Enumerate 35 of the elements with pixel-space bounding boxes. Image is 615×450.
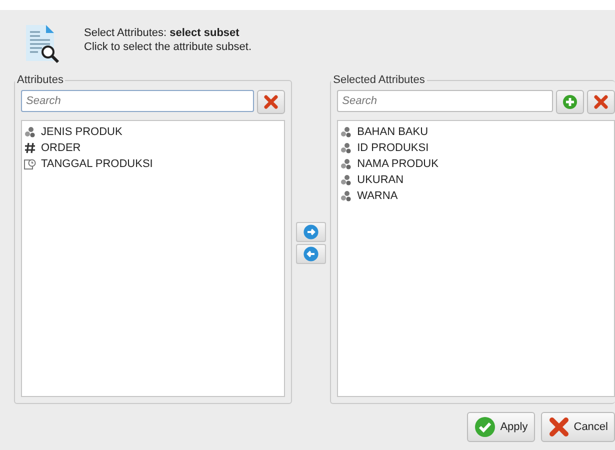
add-button[interactable] [556, 90, 584, 114]
attribute-item[interactable]: WARNA [357, 190, 398, 202]
attribute-item[interactable]: ORDER [41, 142, 81, 154]
attribute-item[interactable]: TANGGAL PRODUKSI [41, 158, 153, 170]
dialog-subtitle: Click to select the attribute subset. [84, 41, 252, 53]
search-field[interactable]: Search [21, 90, 254, 112]
cancel-button[interactable]: Cancel [540, 412, 615, 442]
attribute-item[interactable]: BAHAN BAKU [357, 126, 428, 138]
cross-icon [548, 416, 570, 438]
nominal-icon [340, 142, 352, 154]
calendar-clock-icon [24, 158, 36, 170]
clear-icon [593, 94, 609, 110]
clear-button[interactable] [587, 90, 615, 114]
attribute-item[interactable]: ID PRODUKSI [357, 142, 429, 154]
nominal-icon [340, 126, 352, 138]
nominal-icon [24, 126, 36, 138]
dialog-title: Select Attributes: select subset [84, 27, 240, 39]
add-icon [562, 94, 578, 110]
clear-button[interactable] [257, 90, 286, 114]
group-legend: Selected Attributes [331, 74, 427, 86]
search-field[interactable]: Search [337, 90, 553, 112]
add-selected-button[interactable] [296, 222, 326, 242]
nominal-icon [340, 190, 352, 202]
remove-selected-button[interactable] [296, 244, 326, 264]
attribute-item[interactable]: UKURAN [357, 174, 404, 186]
group-legend: Attributes [15, 74, 66, 86]
check-icon [474, 416, 496, 438]
document-search-icon [24, 23, 62, 65]
clear-icon [263, 94, 280, 110]
nominal-icon [340, 174, 352, 186]
attribute-item[interactable]: JENIS PRODUK [41, 126, 122, 138]
nominal-icon [340, 158, 352, 170]
apply-button[interactable]: Apply [467, 412, 535, 442]
hash-icon [24, 142, 36, 154]
attribute-item[interactable]: NAMA PRODUK [357, 158, 438, 170]
